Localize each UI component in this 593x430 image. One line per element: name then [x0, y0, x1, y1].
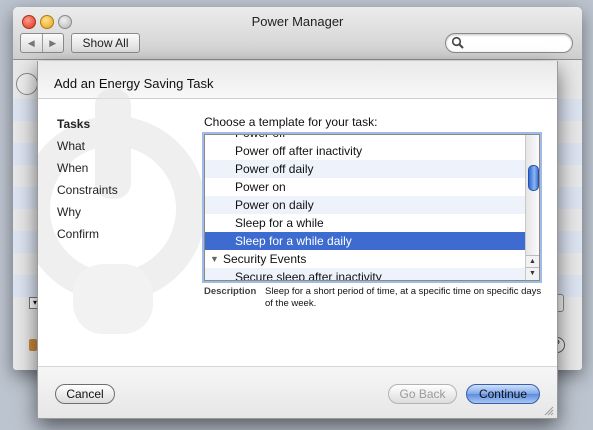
description-label: Description	[204, 286, 257, 297]
wizard-steps: Tasks What When Constraints Why Confirm	[57, 113, 118, 245]
scrollbar-thumb[interactable]	[528, 165, 539, 191]
list-group-security-events[interactable]: ▼ Security Events	[205, 250, 526, 268]
list-item[interactable]: Secure sleep after inactivity	[205, 268, 526, 280]
list-item[interactable]: Power off daily	[205, 160, 526, 178]
disclosure-triangle-down-icon[interactable]: ▼	[210, 250, 219, 268]
step-tasks: Tasks	[57, 117, 91, 131]
step-why: Why	[57, 205, 81, 219]
list-item[interactable]: Sleep for a while	[205, 214, 526, 232]
template-prompt: Choose a template for your task:	[204, 115, 378, 129]
go-back-button[interactable]: Go Back	[388, 384, 457, 404]
back-button[interactable]: ◀	[21, 34, 42, 52]
template-list[interactable]: Power off Power off after inactivity Pow…	[204, 134, 540, 281]
step-what: What	[57, 139, 86, 153]
scroll-down-arrow-icon[interactable]: ▼	[526, 267, 539, 280]
group-label: Security Events	[223, 252, 307, 266]
list-vertical-scrollbar[interactable]: ▲ ▼	[525, 135, 539, 280]
resize-grip-icon[interactable]	[544, 406, 554, 416]
magnifier-icon	[451, 36, 464, 49]
list-item-selected[interactable]: Sleep for a while daily	[205, 232, 526, 250]
window-title: Power Manager	[251, 14, 344, 29]
list-item[interactable]: Power on	[205, 178, 526, 196]
step-constraints: Constraints	[57, 183, 118, 197]
step-when: When	[57, 161, 89, 175]
sheet-footer: Cancel Go Back Continue	[38, 366, 557, 418]
step-confirm: Confirm	[57, 227, 100, 241]
search-field[interactable]	[445, 33, 573, 53]
list-item[interactable]: Power on daily	[205, 196, 526, 214]
list-item[interactable]: Power off after inactivity	[205, 142, 526, 160]
back-forward-buttons: ◀ ▶	[20, 33, 64, 53]
search-input[interactable]	[466, 35, 570, 49]
description-text: Sleep for a short period of time, at a s…	[265, 286, 542, 309]
continue-button[interactable]: Continue	[466, 384, 540, 404]
cancel-button[interactable]: Cancel	[55, 384, 115, 404]
show-all-button[interactable]: Show All	[71, 33, 140, 53]
list-item[interactable]: Power off	[205, 135, 526, 142]
window-titlebar: Power Manager ◀ ▶ Show All	[13, 7, 582, 60]
lock-icon	[29, 339, 37, 351]
template-list-rows: Power off Power off after inactivity Pow…	[205, 135, 526, 280]
forward-button[interactable]: ▶	[41, 34, 64, 52]
add-task-sheet: Add an Energy Saving Task Tasks What Whe…	[37, 61, 558, 419]
